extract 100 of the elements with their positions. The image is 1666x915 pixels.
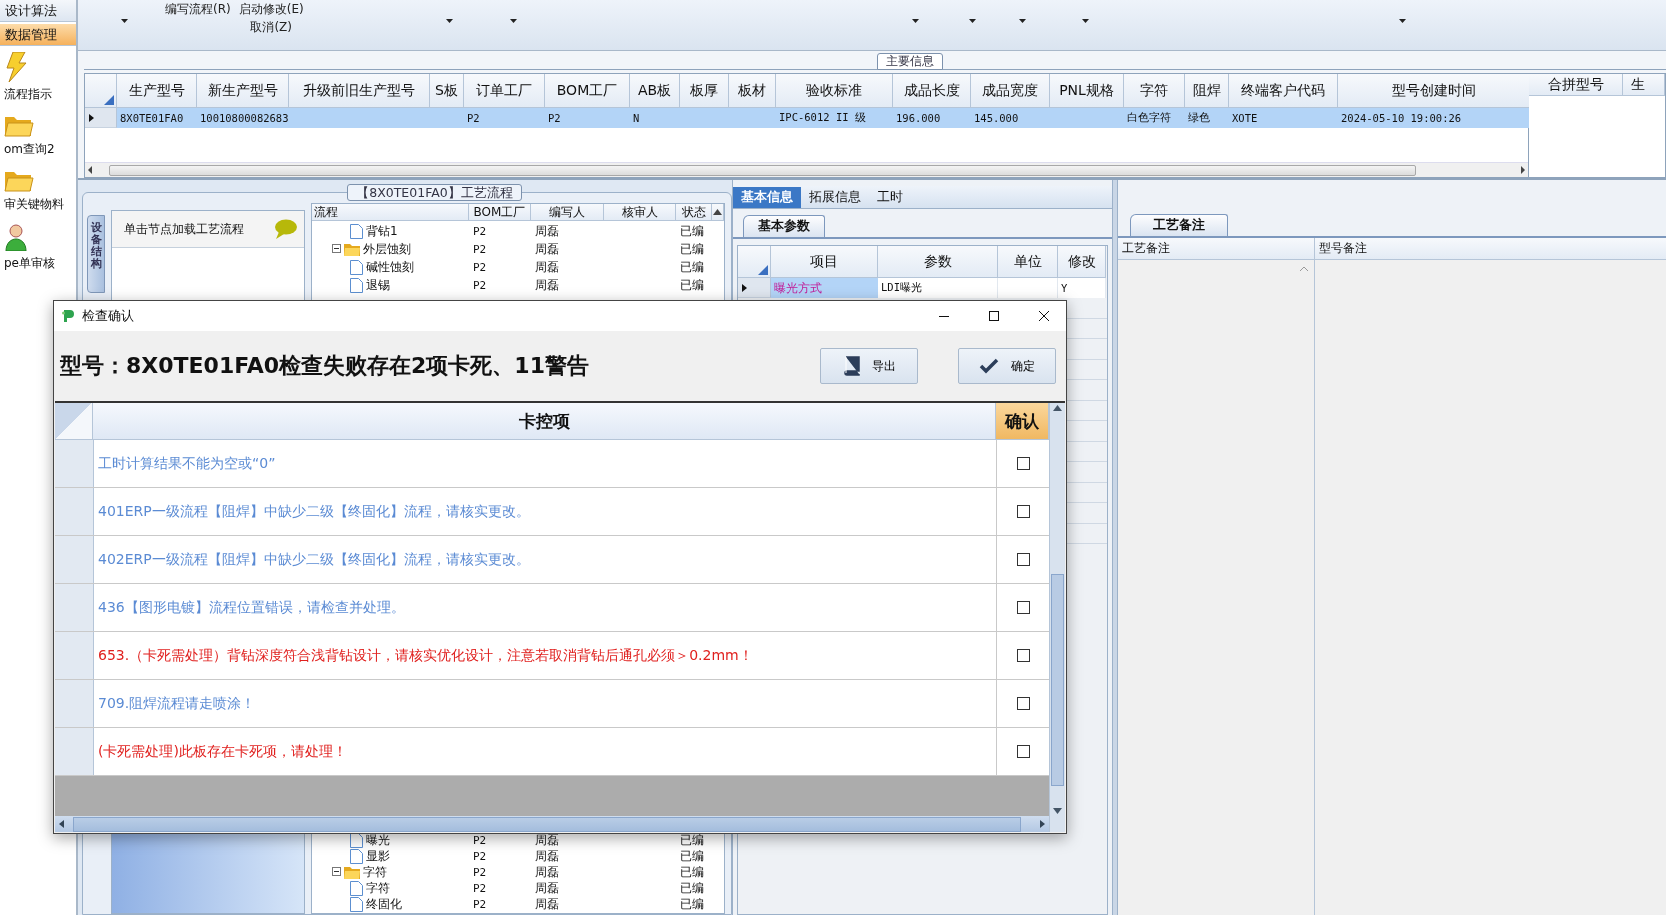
collapse-icon[interactable] — [332, 244, 341, 253]
maximize-icon — [989, 311, 999, 321]
checkbox[interactable] — [1016, 457, 1030, 470]
column-header[interactable]: AB板 — [630, 74, 680, 108]
sidebar-tab[interactable]: 设计算法 — [0, 0, 76, 22]
toolbar-button[interactable]: 编写流程(R) — [163, 0, 233, 18]
tab[interactable]: 基本参数 — [743, 215, 825, 237]
tree-node[interactable]: 字符 — [312, 863, 469, 881]
column-header[interactable]: 终端客户代码 — [1229, 74, 1338, 108]
speech-bubble-icon — [274, 219, 298, 239]
column-header[interactable]: 升级前旧生产型号 — [289, 74, 430, 108]
column-header[interactable]: 流程 — [312, 204, 469, 221]
scroll-up-icon[interactable] — [713, 209, 722, 215]
vertical-tab[interactable]: 设备结构 — [87, 215, 105, 293]
table-cell: P2 — [464, 108, 545, 128]
sidebar-tab[interactable]: 数据管理 — [0, 24, 76, 46]
tree-node[interactable]: 终固化 — [312, 895, 469, 913]
column-header[interactable]: PNL规格 — [1050, 74, 1124, 108]
dropdown-caret-icon[interactable] — [509, 19, 517, 23]
column-header[interactable]: 单位 — [998, 246, 1058, 278]
table-cell: N — [630, 108, 680, 128]
tab[interactable]: 工艺备注 — [1130, 214, 1228, 236]
tree-node[interactable]: 曝光 — [312, 831, 469, 849]
column-header[interactable]: 生产型号 — [117, 74, 197, 108]
checkbox[interactable] — [1016, 697, 1030, 710]
sidebar-item[interactable]: 审关键物料 — [0, 166, 76, 221]
table-cell-text: P2 — [472, 224, 488, 238]
column-header[interactable]: 板材 — [729, 74, 776, 108]
checkbox[interactable] — [1016, 553, 1030, 566]
table-cell-text: 已编 — [679, 863, 705, 881]
column-header[interactable]: 订单工厂 — [464, 74, 545, 108]
sidebar-item[interactable]: pe单审核 — [0, 221, 76, 280]
checkbox[interactable] — [1016, 649, 1030, 662]
node-label: 背钻1 — [366, 222, 398, 240]
column-header[interactable]: 新生产型号 — [197, 74, 289, 108]
checkbox[interactable] — [1016, 745, 1030, 758]
tree-node[interactable]: 字符 — [312, 879, 469, 897]
export-button[interactable]: 导出 — [820, 348, 918, 384]
tree-node[interactable]: 背钻1 — [312, 222, 469, 240]
dropdown-caret-icon[interactable] — [1018, 19, 1026, 23]
dropdown-caret-icon[interactable] — [121, 19, 128, 23]
column-header[interactable]: 确认 — [996, 403, 1049, 440]
sidebar-item[interactable]: om查询2 — [0, 111, 76, 166]
table-cell: P2 — [545, 108, 630, 128]
column-header[interactable]: 生 — [1623, 74, 1665, 96]
dropdown-caret-icon[interactable] — [911, 19, 919, 23]
document-icon — [350, 848, 363, 864]
confirm-button[interactable]: 确定 — [958, 348, 1056, 384]
column-header[interactable]: 核审人 — [604, 204, 676, 221]
sidebar-item[interactable]: 流程指示 — [0, 50, 76, 111]
scroll-down-icon[interactable] — [1053, 808, 1062, 814]
dropdown-caret-icon[interactable] — [1398, 19, 1406, 23]
dropdown-caret-icon[interactable] — [445, 19, 453, 23]
tab[interactable]: 工时 — [869, 187, 911, 208]
column-header[interactable]: BOM工厂 — [545, 74, 630, 108]
column-header[interactable]: 型号备注 — [1315, 238, 1666, 260]
column-header[interactable]: 成品宽度 — [971, 74, 1050, 108]
table-cell-text: 周磊 — [534, 895, 560, 913]
toolbar-button[interactable]: 取消(Z) — [248, 18, 294, 36]
rule-text: 709.阻焊流程请走喷涂！ — [94, 680, 997, 727]
column-header[interactable]: 验收标准 — [776, 74, 893, 108]
row-header — [55, 680, 94, 727]
column-header[interactable]: 卡控项 — [93, 403, 996, 440]
checkbox[interactable] — [1016, 505, 1030, 518]
corner-triangle-icon — [758, 265, 768, 275]
tree-node[interactable]: 外层蚀刻 — [312, 240, 469, 258]
row-header — [55, 584, 94, 631]
column-header[interactable]: 项目 — [771, 246, 878, 278]
toolbar-button[interactable]: 启动修改(E) — [236, 0, 306, 18]
horizontal-scrollbar[interactable] — [55, 816, 1049, 832]
column-header[interactable]: 阻焊 — [1185, 74, 1229, 108]
tab[interactable]: 基本信息 — [733, 187, 801, 208]
column-header[interactable]: 合拼型号 — [1529, 74, 1623, 96]
column-header[interactable]: S板 — [430, 74, 464, 108]
column-header[interactable]: 状态 — [676, 204, 712, 221]
table-cell-text: 已编 — [679, 879, 705, 897]
vertical-scrollbar[interactable] — [1049, 403, 1065, 832]
column-header[interactable]: 板厚 — [680, 74, 729, 108]
row-header — [55, 632, 94, 679]
tree-node[interactable]: 显影 — [312, 847, 469, 865]
column-header[interactable]: 成品长度 — [893, 74, 971, 108]
dropdown-caret-icon[interactable] — [1081, 19, 1089, 23]
column-header[interactable]: BOM工厂 — [469, 204, 531, 221]
column-header[interactable]: 修改 — [1058, 246, 1106, 278]
node-label: 曝光 — [366, 831, 390, 849]
tab[interactable]: 拓展信息 — [801, 187, 869, 208]
column-header[interactable]: 工艺备注 — [1118, 238, 1315, 260]
group-title: 主要信息 — [877, 53, 943, 70]
tree-node[interactable]: 退锡 — [312, 276, 469, 294]
column-header[interactable]: 型号创建时间 — [1338, 74, 1531, 108]
horizontal-scrollbar[interactable] — [85, 162, 1528, 177]
scroll-up-icon[interactable] — [1053, 405, 1062, 411]
dropdown-caret-icon[interactable] — [968, 19, 976, 23]
column-header[interactable]: 参数 — [878, 246, 998, 278]
column-header[interactable]: 字符 — [1124, 74, 1185, 108]
collapse-icon[interactable] — [332, 867, 341, 876]
rule-text: 402ERP一级流程【阻焊】中缺少二级【终固化】流程，请核实更改。 — [94, 536, 997, 583]
column-header[interactable]: 编写人 — [531, 204, 604, 221]
checkbox[interactable] — [1016, 601, 1030, 614]
tree-node[interactable]: 碱性蚀刻 — [312, 258, 469, 276]
